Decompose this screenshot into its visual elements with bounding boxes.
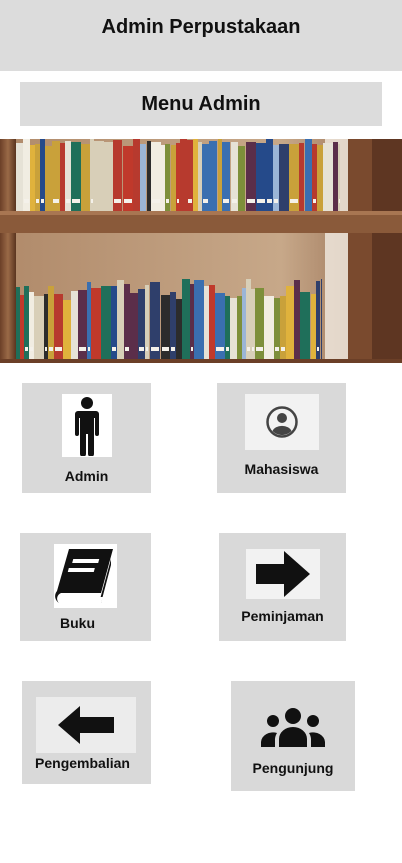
pengembalian-tile-label: Pengembalian bbox=[35, 755, 130, 771]
pengunjung-tile[interactable]: Pengunjung bbox=[231, 681, 355, 791]
admin-tile[interactable]: Admin bbox=[22, 383, 151, 493]
mahasiswa-tile[interactable]: Mahasiswa bbox=[217, 383, 346, 493]
app-header: Admin Perpustakaan bbox=[0, 0, 402, 71]
user-circle-icon bbox=[245, 394, 319, 450]
group-icon bbox=[258, 705, 328, 751]
mahasiswa-tile-label: Mahasiswa bbox=[244, 461, 319, 477]
menu-title: Menu Admin bbox=[141, 92, 261, 115]
arrow-left-icon bbox=[36, 697, 136, 753]
peminjaman-tile-label: Peminjaman bbox=[241, 608, 324, 624]
pengunjung-tile-label: Pengunjung bbox=[252, 760, 334, 776]
bookshelf-photo bbox=[0, 139, 402, 363]
buku-tile-label: Buku bbox=[60, 615, 95, 631]
book-icon bbox=[54, 544, 117, 608]
pengembalian-tile[interactable]: Pengembalian bbox=[22, 681, 151, 784]
buku-tile[interactable]: Buku bbox=[20, 533, 151, 641]
menu-title-bar: Menu Admin bbox=[20, 82, 382, 126]
arrow-right-icon bbox=[246, 549, 320, 599]
peminjaman-tile[interactable]: Peminjaman bbox=[219, 533, 346, 641]
person-icon bbox=[62, 394, 112, 457]
admin-tile-label: Admin bbox=[64, 468, 109, 484]
app-title: Admin Perpustakaan bbox=[101, 16, 301, 38]
